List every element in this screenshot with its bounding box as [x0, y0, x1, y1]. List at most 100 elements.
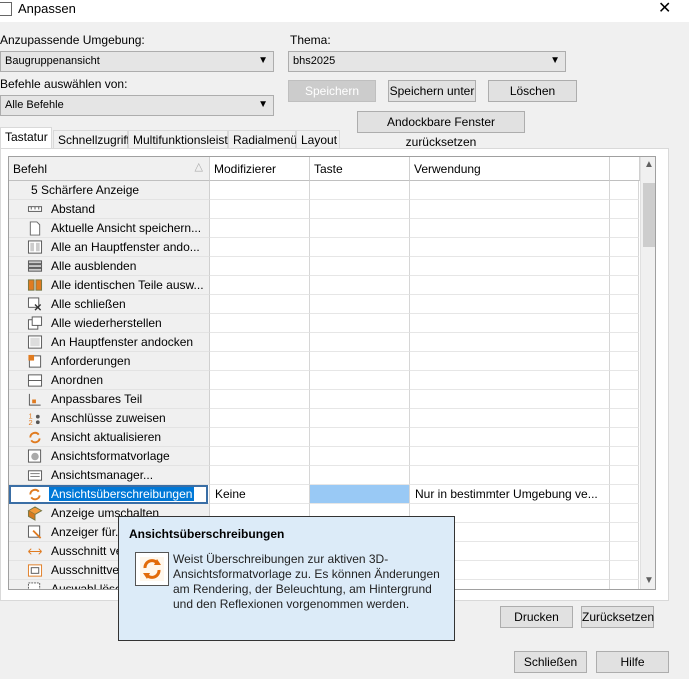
usage-cell[interactable]	[410, 466, 610, 485]
key-cell[interactable]	[310, 200, 410, 219]
column-header-befehl[interactable]: Befehl △	[9, 157, 210, 181]
command-cell[interactable]: Anordnen	[9, 371, 210, 390]
tab-schnellzugriff[interactable]: Schnellzugriff	[53, 130, 130, 148]
command-cell[interactable]: Abstand	[9, 200, 210, 219]
scroll-thumb[interactable]	[643, 183, 655, 247]
command-cell[interactable]: Ansichtsmanager...	[9, 466, 210, 485]
save-as-button[interactable]: Speichern unter	[388, 80, 476, 102]
command-cell[interactable]: 1 2 Anschlüsse zuweisen	[9, 409, 210, 428]
table-row[interactable]: An Hauptfenster andocken	[9, 333, 639, 352]
close-icon[interactable]: ✕	[658, 0, 671, 18]
table-row[interactable]: 5 Schärfere Anzeige	[9, 181, 639, 200]
modifier-cell[interactable]	[210, 238, 310, 257]
modifier-cell[interactable]	[210, 276, 310, 295]
table-row[interactable]: Alle identischen Teile ausw...	[9, 276, 639, 295]
command-cell[interactable]: Alle an Hauptfenster ando...	[9, 238, 210, 257]
usage-cell[interactable]	[410, 295, 610, 314]
save-button[interactable]: Speichern	[288, 80, 376, 102]
key-cell[interactable]	[310, 447, 410, 466]
table-row[interactable]: Alle schließen	[9, 295, 639, 314]
table-row[interactable]: Ansichtsüberschreibungen Keine Nur in best…	[9, 485, 639, 504]
column-header-modifizierer[interactable]: Modifizierer	[210, 157, 310, 181]
reset-button[interactable]: Zurücksetzen	[581, 606, 654, 628]
modifier-cell[interactable]	[210, 314, 310, 333]
scroll-up-icon[interactable]: ▲	[644, 159, 654, 170]
theme-select[interactable]: bhs2025 ▼	[288, 51, 566, 72]
modifier-cell[interactable]	[210, 409, 310, 428]
table-row[interactable]: 1 2 Anschlüsse zuweisen	[9, 409, 639, 428]
modifier-cell[interactable]	[210, 447, 310, 466]
usage-cell[interactable]	[410, 181, 610, 200]
command-cell[interactable]: Ansicht aktualisieren	[9, 428, 210, 447]
usage-cell[interactable]	[410, 200, 610, 219]
command-cell[interactable]: Alle schließen	[9, 295, 210, 314]
key-cell[interactable]	[310, 181, 410, 200]
modifier-cell[interactable]	[210, 219, 310, 238]
usage-cell[interactable]	[410, 276, 610, 295]
print-button[interactable]: Drucken	[500, 606, 573, 628]
command-cell[interactable]: An Hauptfenster andocken	[9, 333, 210, 352]
vertical-scrollbar[interactable]: ▲ ▼	[640, 157, 655, 589]
key-cell[interactable]	[310, 352, 410, 371]
modifier-cell[interactable]	[210, 371, 310, 390]
key-cell[interactable]	[310, 333, 410, 352]
scroll-down-icon[interactable]: ▼	[644, 575, 654, 586]
usage-cell[interactable]	[410, 447, 610, 466]
table-row[interactable]: Ansichtsmanager...	[9, 466, 639, 485]
key-cell[interactable]	[310, 428, 410, 447]
usage-cell[interactable]: Nur in bestimmter Umgebung ve...	[410, 485, 610, 504]
command-cell[interactable]: Alle identischen Teile ausw...	[9, 276, 210, 295]
usage-cell[interactable]	[410, 219, 610, 238]
modifier-cell[interactable]	[210, 428, 310, 447]
tab-tastatur[interactable]: Tastatur	[0, 127, 52, 149]
usage-cell[interactable]	[410, 257, 610, 276]
command-cell[interactable]: Anforderungen	[9, 352, 210, 371]
close-button[interactable]: Schließen	[514, 651, 587, 673]
usage-cell[interactable]	[410, 352, 610, 371]
table-row[interactable]: Anforderungen	[9, 352, 639, 371]
modifier-cell[interactable]	[210, 295, 310, 314]
key-cell[interactable]	[310, 314, 410, 333]
key-cell[interactable]	[310, 485, 410, 504]
reset-dock-windows-button[interactable]: Andockbare Fenster zurücksetzen	[357, 111, 525, 149]
cmd-from-select[interactable]: Alle Befehle ▼	[0, 95, 274, 116]
usage-cell[interactable]	[410, 428, 610, 447]
key-cell[interactable]	[310, 257, 410, 276]
table-row[interactable]: Alle ausblenden	[9, 257, 639, 276]
modifier-cell[interactable]	[210, 181, 310, 200]
key-cell[interactable]	[310, 238, 410, 257]
table-row[interactable]: Alle wiederherstellen	[9, 314, 639, 333]
table-row[interactable]: Ansicht aktualisieren	[9, 428, 639, 447]
usage-cell[interactable]	[410, 314, 610, 333]
env-select[interactable]: Baugruppenansicht ▼	[0, 51, 274, 72]
table-row[interactable]: Aktuelle Ansicht speichern...	[9, 219, 639, 238]
modifier-cell[interactable]	[210, 333, 310, 352]
usage-cell[interactable]	[410, 390, 610, 409]
modifier-cell[interactable]: Keine	[210, 485, 310, 504]
tab-multifunktionsleiste[interactable]: Multifunktionsleiste	[128, 130, 234, 148]
key-cell[interactable]	[310, 390, 410, 409]
command-cell[interactable]: Aktuelle Ansicht speichern...	[9, 219, 210, 238]
usage-cell[interactable]	[410, 371, 610, 390]
key-cell[interactable]	[310, 409, 410, 428]
modifier-cell[interactable]	[210, 390, 310, 409]
command-cell[interactable]: Alle ausblenden	[9, 257, 210, 276]
command-cell[interactable]: Ansichtsformatvorlage	[9, 447, 210, 466]
table-row[interactable]: Ansichtsformatvorlage	[9, 447, 639, 466]
help-button[interactable]: Hilfe	[596, 651, 669, 673]
modifier-cell[interactable]	[210, 466, 310, 485]
command-cell[interactable]: 5 Schärfere Anzeige	[9, 181, 210, 200]
modifier-cell[interactable]	[210, 200, 310, 219]
column-header-verwendung[interactable]: Verwendung	[410, 157, 610, 181]
tab-radialmenue[interactable]: Radialmenü	[228, 130, 297, 148]
command-cell[interactable]: Ansichtsüberschreibungen	[9, 485, 210, 504]
tab-layout[interactable]: Layout	[296, 130, 340, 148]
key-cell[interactable]	[310, 466, 410, 485]
key-cell[interactable]	[310, 276, 410, 295]
command-cell[interactable]: Alle wiederherstellen	[9, 314, 210, 333]
command-cell[interactable]: Anpassbares Teil	[9, 390, 210, 409]
usage-cell[interactable]	[410, 238, 610, 257]
table-row[interactable]: Anordnen	[9, 371, 639, 390]
table-row[interactable]: Alle an Hauptfenster ando...	[9, 238, 639, 257]
column-header-taste[interactable]: Taste	[310, 157, 410, 181]
